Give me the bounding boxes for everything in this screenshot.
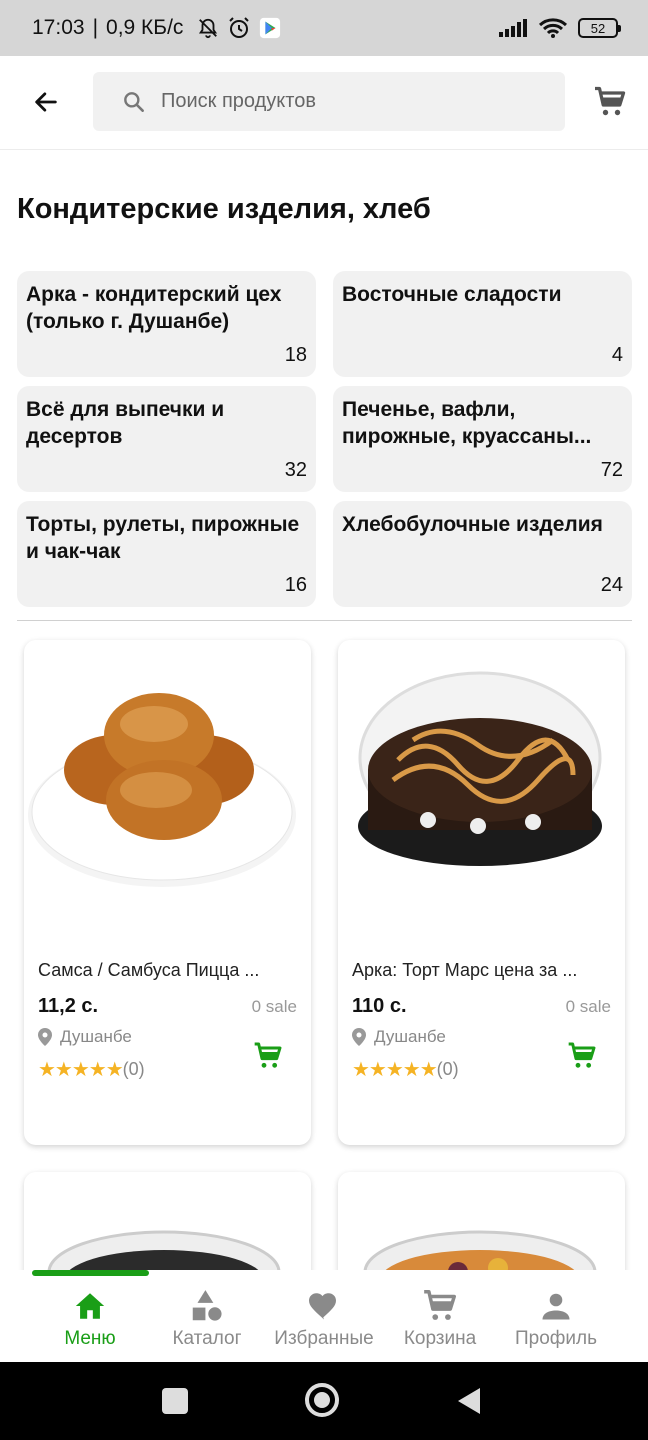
product-sales: 0 sale [251,997,297,1016]
cart-icon [595,86,626,116]
subcategory-name: Арка - кондитерский цех (только г. Душан… [26,283,282,333]
catalog-icon [192,1290,222,1321]
product-sales: 0 sale [565,997,611,1016]
product-location: Душанбе [38,1027,132,1047]
nav-item-cart[interactable]: Корзина [375,1270,505,1362]
status-left: 17:03 | 0,9 КБ/с [32,16,281,40]
search-input[interactable]: Поиск продуктов [93,72,565,131]
subcategory-tile[interactable]: Всё для выпечки и десертов 32 [17,386,316,492]
subcategory-tile[interactable]: Печенье, вафли, пирожные, круассаны... 7… [333,386,632,492]
rating-count: (0) [122,1059,145,1079]
product-rating: ★★★★★ (0) [38,1057,145,1082]
cart-icon [254,1042,282,1068]
subcategory-tile[interactable]: Арка - кондитерский цех (только г. Душан… [17,271,316,377]
nav-label: Меню [64,1328,116,1349]
arrow-back-icon [35,92,57,112]
subcategory-tile[interactable]: Торты, рулеты, пирожные и чак-чак 16 [17,501,316,607]
play-store-icon [260,17,281,39]
nav-item-catalog[interactable]: Каталог [142,1270,272,1362]
status-network-speed: 0,9 КБ/с [106,16,184,39]
product-price: 110 с. [352,995,407,1017]
triangle-back-icon [458,1388,480,1414]
location-pin-icon [38,1028,52,1046]
subcategory-count: 32 [284,459,307,481]
subcategory-grid: Арка - кондитерский цех (только г. Душан… [17,271,632,607]
product-card[interactable]: Арка: Торт Марс цена за ... 110 с. 0 sal… [338,640,625,1145]
product-rating: ★★★★★ (0) [352,1057,459,1082]
cart-icon [424,1290,456,1320]
bell-off-icon [199,18,218,39]
product-price: 11,2 с. [38,995,99,1017]
page-title: Кондитерские изделия, хлеб [17,193,431,225]
heart-icon [309,1293,336,1320]
alarm-icon [229,17,250,38]
rating-stars: ★★★★★ [352,1059,438,1081]
product-name: Арка: Торт Марс цена за ... [352,960,578,980]
wifi-icon [538,18,568,38]
bottom-navigation: Меню Каталог Избранные Корзина Профиль [0,1270,648,1362]
status-right: 52 [498,17,621,39]
nav-label: Корзина [403,1328,477,1349]
subcategory-count: 18 [284,344,307,366]
nav-label: Каталог [172,1328,242,1349]
location-pin-icon [352,1028,366,1046]
back-nav-button[interactable] [456,1386,482,1421]
home-icon [75,1293,105,1319]
subcategory-tile[interactable]: Хлебобулочные изделия 24 [333,501,632,607]
subcategory-count: 16 [284,574,307,596]
rating-stars: ★★★★★ [38,1059,124,1081]
nav-item-favorites[interactable]: Избранные [259,1270,389,1362]
battery-icon: 52 [578,18,621,38]
product-name: Самса / Самбуса Пицца ... [38,960,260,980]
search-placeholder: Поиск продуктов [161,90,316,112]
nav-label: Избранные [274,1328,374,1349]
subcategory-name: Печенье, вафли, пирожные, круассаны... [342,398,592,448]
add-to-cart-button[interactable] [252,1040,284,1072]
subcategory-count: 24 [600,574,623,596]
search-icon [124,91,144,112]
status-bar: 17:03 | 0,9 КБ/с 52 [0,0,648,56]
subcategory-name: Хлебобулочные изделия [342,513,603,536]
status-time: 17:03 [32,16,85,39]
nav-item-profile[interactable]: Профиль [491,1270,621,1362]
status-separator: | [92,16,99,39]
subcategory-name: Торты, рулеты, пирожные и чак-чак [26,513,300,563]
subcategory-name: Всё для выпечки и десертов [26,398,225,448]
nav-label: Профиль [514,1328,598,1349]
product-city: Душанбе [60,1027,132,1046]
subcategory-name: Восточные сладости [342,283,562,306]
recents-button[interactable] [162,1388,188,1414]
product-image[interactable] [338,640,625,940]
product-card[interactable]: Самса / Самбуса Пицца ... 11,2 с. 0 sale… [24,640,311,1145]
subcategory-tile[interactable]: Восточные сладости 4 [333,271,632,377]
add-to-cart-button[interactable] [566,1040,598,1072]
signal-icon [499,19,527,37]
product-city: Душанбе [374,1027,446,1046]
subcategory-count: 72 [600,459,623,481]
app-header: Поиск продуктов [0,56,648,150]
rating-count: (0) [436,1059,459,1079]
subcategory-count: 4 [611,344,623,366]
product-image[interactable] [24,640,311,940]
cart-icon [568,1042,596,1068]
profile-icon [542,1293,570,1320]
system-navigation-bar [0,1362,648,1440]
back-button[interactable] [26,82,66,122]
nav-item-menu[interactable]: Меню [25,1270,155,1362]
section-divider [17,620,632,621]
product-location: Душанбе [352,1027,446,1047]
header-cart-button[interactable] [590,82,630,122]
home-button-dot [314,1392,330,1408]
home-button[interactable] [305,1383,339,1417]
